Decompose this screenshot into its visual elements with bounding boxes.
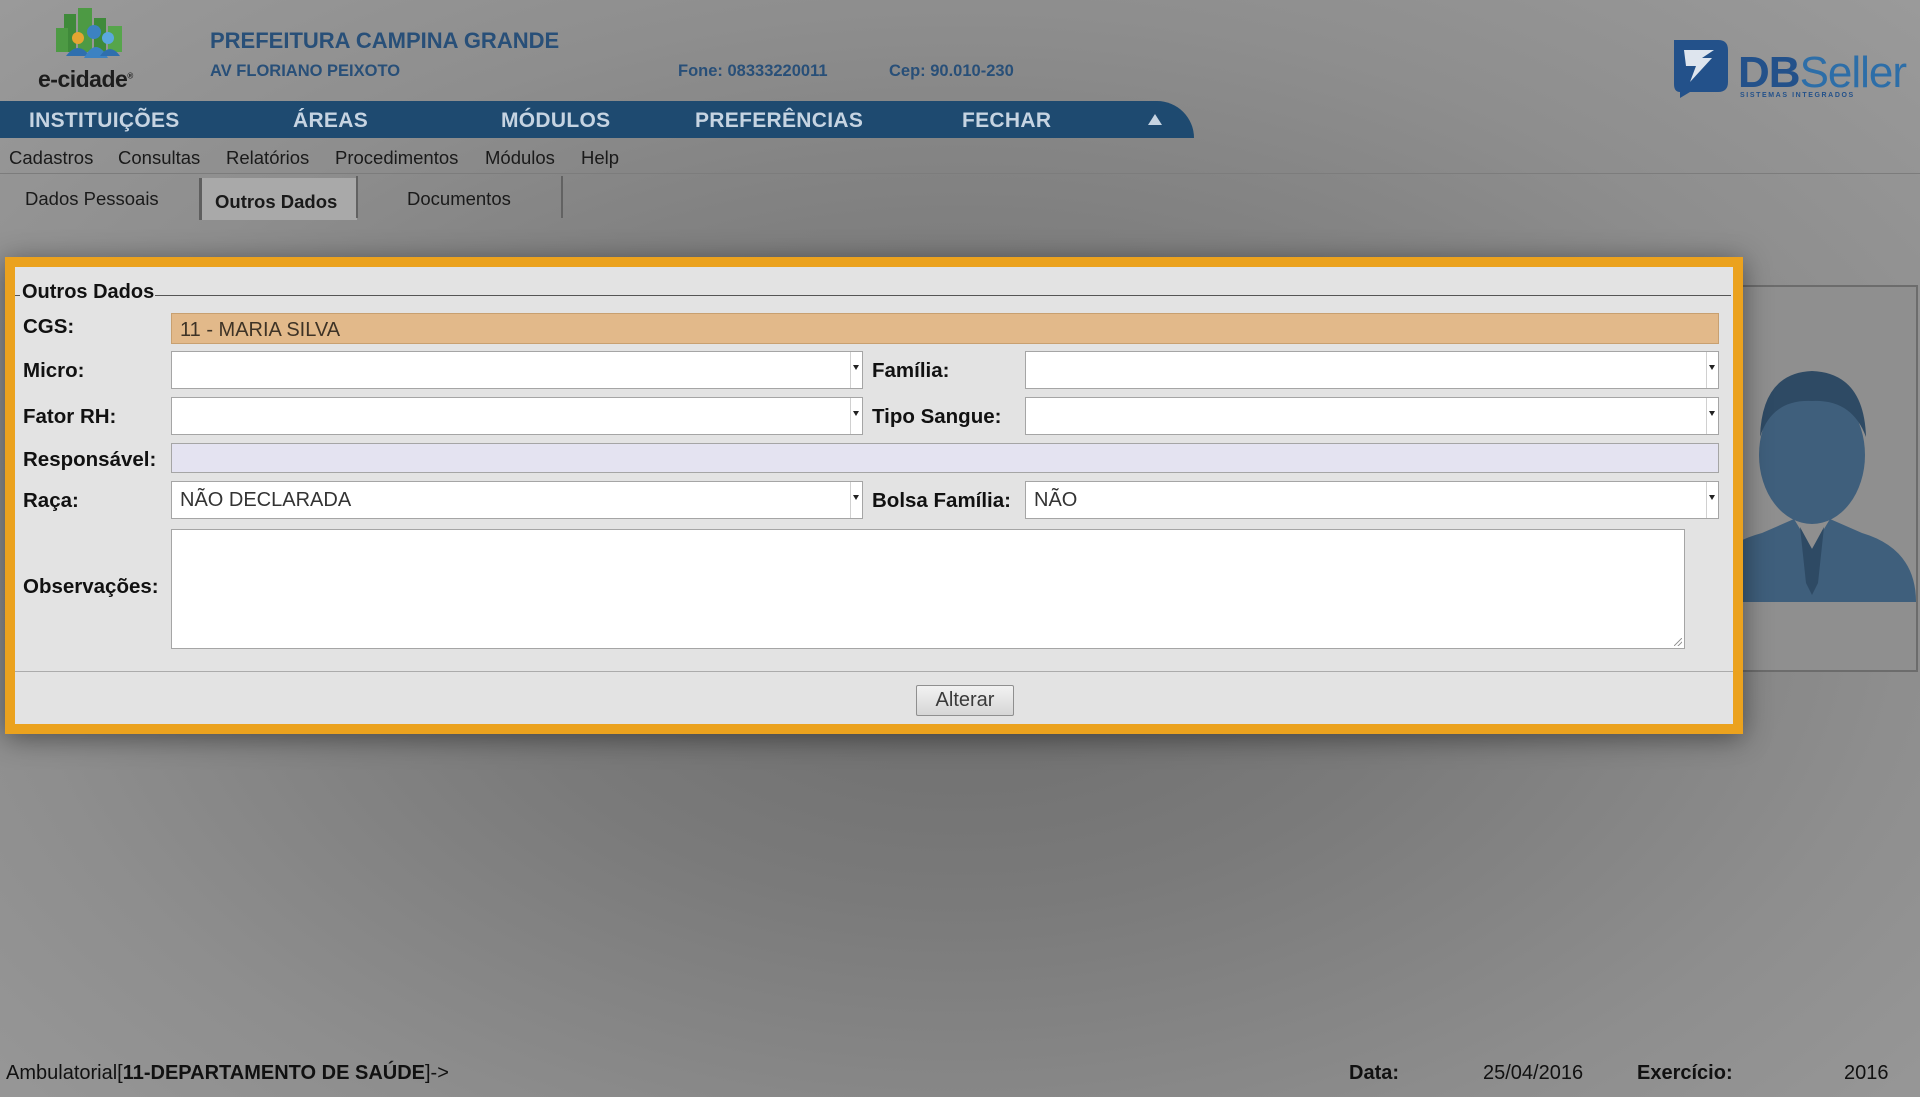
submenu-help[interactable]: Help xyxy=(581,147,619,169)
status-date-label: Data: xyxy=(1349,1062,1400,1084)
organization-address: AV FLORIANO PEIXOTO xyxy=(210,62,401,80)
submenu-cadastros[interactable]: Cadastros xyxy=(9,147,93,169)
nav-areas[interactable]: ÁREAS xyxy=(293,109,368,133)
app-header: e-cidade® PREFEITURA CAMPINA GRANDE AV F… xyxy=(0,0,1920,101)
cgs-label: CGS: xyxy=(23,315,75,338)
bolsa-familia-value: NÃO xyxy=(1034,489,1078,511)
dbseller-tagline: SISTEMAS INTEGRADOS xyxy=(1740,92,1855,99)
dbseller-wordmark: DBSeller xyxy=(1738,48,1907,97)
raca-label: Raça: xyxy=(23,489,79,512)
fator-rh-label: Fator RH: xyxy=(23,405,117,428)
tab-divider xyxy=(356,176,358,218)
micro-label: Micro: xyxy=(23,359,85,382)
alterar-button[interactable]: Alterar xyxy=(916,685,1014,716)
organization-phone: Fone: 08333220011 xyxy=(678,62,828,80)
chevron-down-icon xyxy=(1706,482,1718,518)
nav-modulos[interactable]: MÓDULOS xyxy=(501,109,610,133)
main-navigation: INSTITUIÇÕES ÁREAS MÓDULOS PREFERÊNCIAS … xyxy=(0,101,1194,138)
submenu-relatorios[interactable]: Relatórios xyxy=(226,147,309,169)
familia-select[interactable] xyxy=(1025,351,1719,389)
status-year-label: Exercício: xyxy=(1637,1062,1733,1084)
tipo-sangue-select[interactable] xyxy=(1025,397,1719,435)
status-year-value: 2016 xyxy=(1844,1062,1889,1084)
outros-dados-form: Outros Dados CGS: 11 - MARIA SILVA Micro… xyxy=(15,267,1733,724)
submenu-modulos[interactable]: Módulos xyxy=(485,147,555,169)
nav-fechar[interactable]: FECHAR xyxy=(962,109,1051,133)
tab-divider xyxy=(561,176,563,218)
logo-text: e-cidade® xyxy=(38,66,133,92)
bolsa-familia-label: Bolsa Família: xyxy=(872,489,1011,512)
fieldset-border xyxy=(155,295,1731,296)
organization-name: PREFEITURA CAMPINA GRANDE xyxy=(210,28,560,53)
organization-cep: Cep: 90.010-230 xyxy=(889,62,1014,80)
status-module: Ambulatorial[11-DEPARTAMENTO DE SAÚDE]-> xyxy=(6,1062,449,1084)
tipo-sangue-label: Tipo Sangue: xyxy=(872,405,1002,428)
chevron-down-icon xyxy=(1706,352,1718,388)
fieldset-legend: Outros Dados xyxy=(22,281,155,303)
status-date-value: 25/04/2016 xyxy=(1483,1062,1584,1084)
responsavel-field[interactable] xyxy=(171,443,1719,473)
e-cidade-logo-icon: e-cidade® xyxy=(34,8,162,96)
bolsa-familia-select[interactable]: NÃO xyxy=(1025,481,1719,519)
observacoes-textarea[interactable] xyxy=(171,529,1685,649)
cgs-field[interactable]: 11 - MARIA SILVA xyxy=(171,313,1719,344)
submenu-procedimentos[interactable]: Procedimentos xyxy=(335,147,458,169)
tab-dados-pessoais[interactable]: Dados Pessoais xyxy=(25,188,159,210)
submenu-bar: Cadastros Consultas Relatórios Procedime… xyxy=(0,138,1920,174)
tab-documentos[interactable]: Documentos xyxy=(407,188,511,210)
responsavel-label: Responsável: xyxy=(23,448,157,471)
fieldset-border xyxy=(15,295,20,296)
raca-select[interactable]: NÃO DECLARADA xyxy=(171,481,863,519)
familia-label: Família: xyxy=(872,359,950,382)
micro-select[interactable] xyxy=(171,351,863,389)
tab-outros-dados[interactable]: Outros Dados xyxy=(215,191,337,213)
submenu-consultas[interactable]: Consultas xyxy=(118,147,200,169)
chevron-down-icon xyxy=(850,352,862,388)
status-department: 11-DEPARTAMENTO DE SAÚDE xyxy=(122,1062,425,1084)
collapse-arrow-icon[interactable] xyxy=(1148,114,1162,125)
resize-grip-icon[interactable] xyxy=(1674,638,1682,646)
raca-value: NÃO DECLARADA xyxy=(180,489,352,511)
form-footer-divider xyxy=(15,671,1733,672)
dbseller-logo-icon: DBSeller SISTEMAS INTEGRADOS xyxy=(1668,36,1907,106)
observacoes-label: Observações: xyxy=(23,575,159,598)
chevron-down-icon xyxy=(850,482,862,518)
modal-highlight-frame: Outros Dados CGS: 11 - MARIA SILVA Micro… xyxy=(5,257,1743,734)
nav-preferencias[interactable]: PREFERÊNCIAS xyxy=(695,109,863,133)
chevron-down-icon xyxy=(1706,398,1718,434)
chevron-down-icon xyxy=(850,398,862,434)
nav-instituicoes[interactable]: INSTITUIÇÕES xyxy=(29,109,180,133)
fator-rh-select[interactable] xyxy=(171,397,863,435)
